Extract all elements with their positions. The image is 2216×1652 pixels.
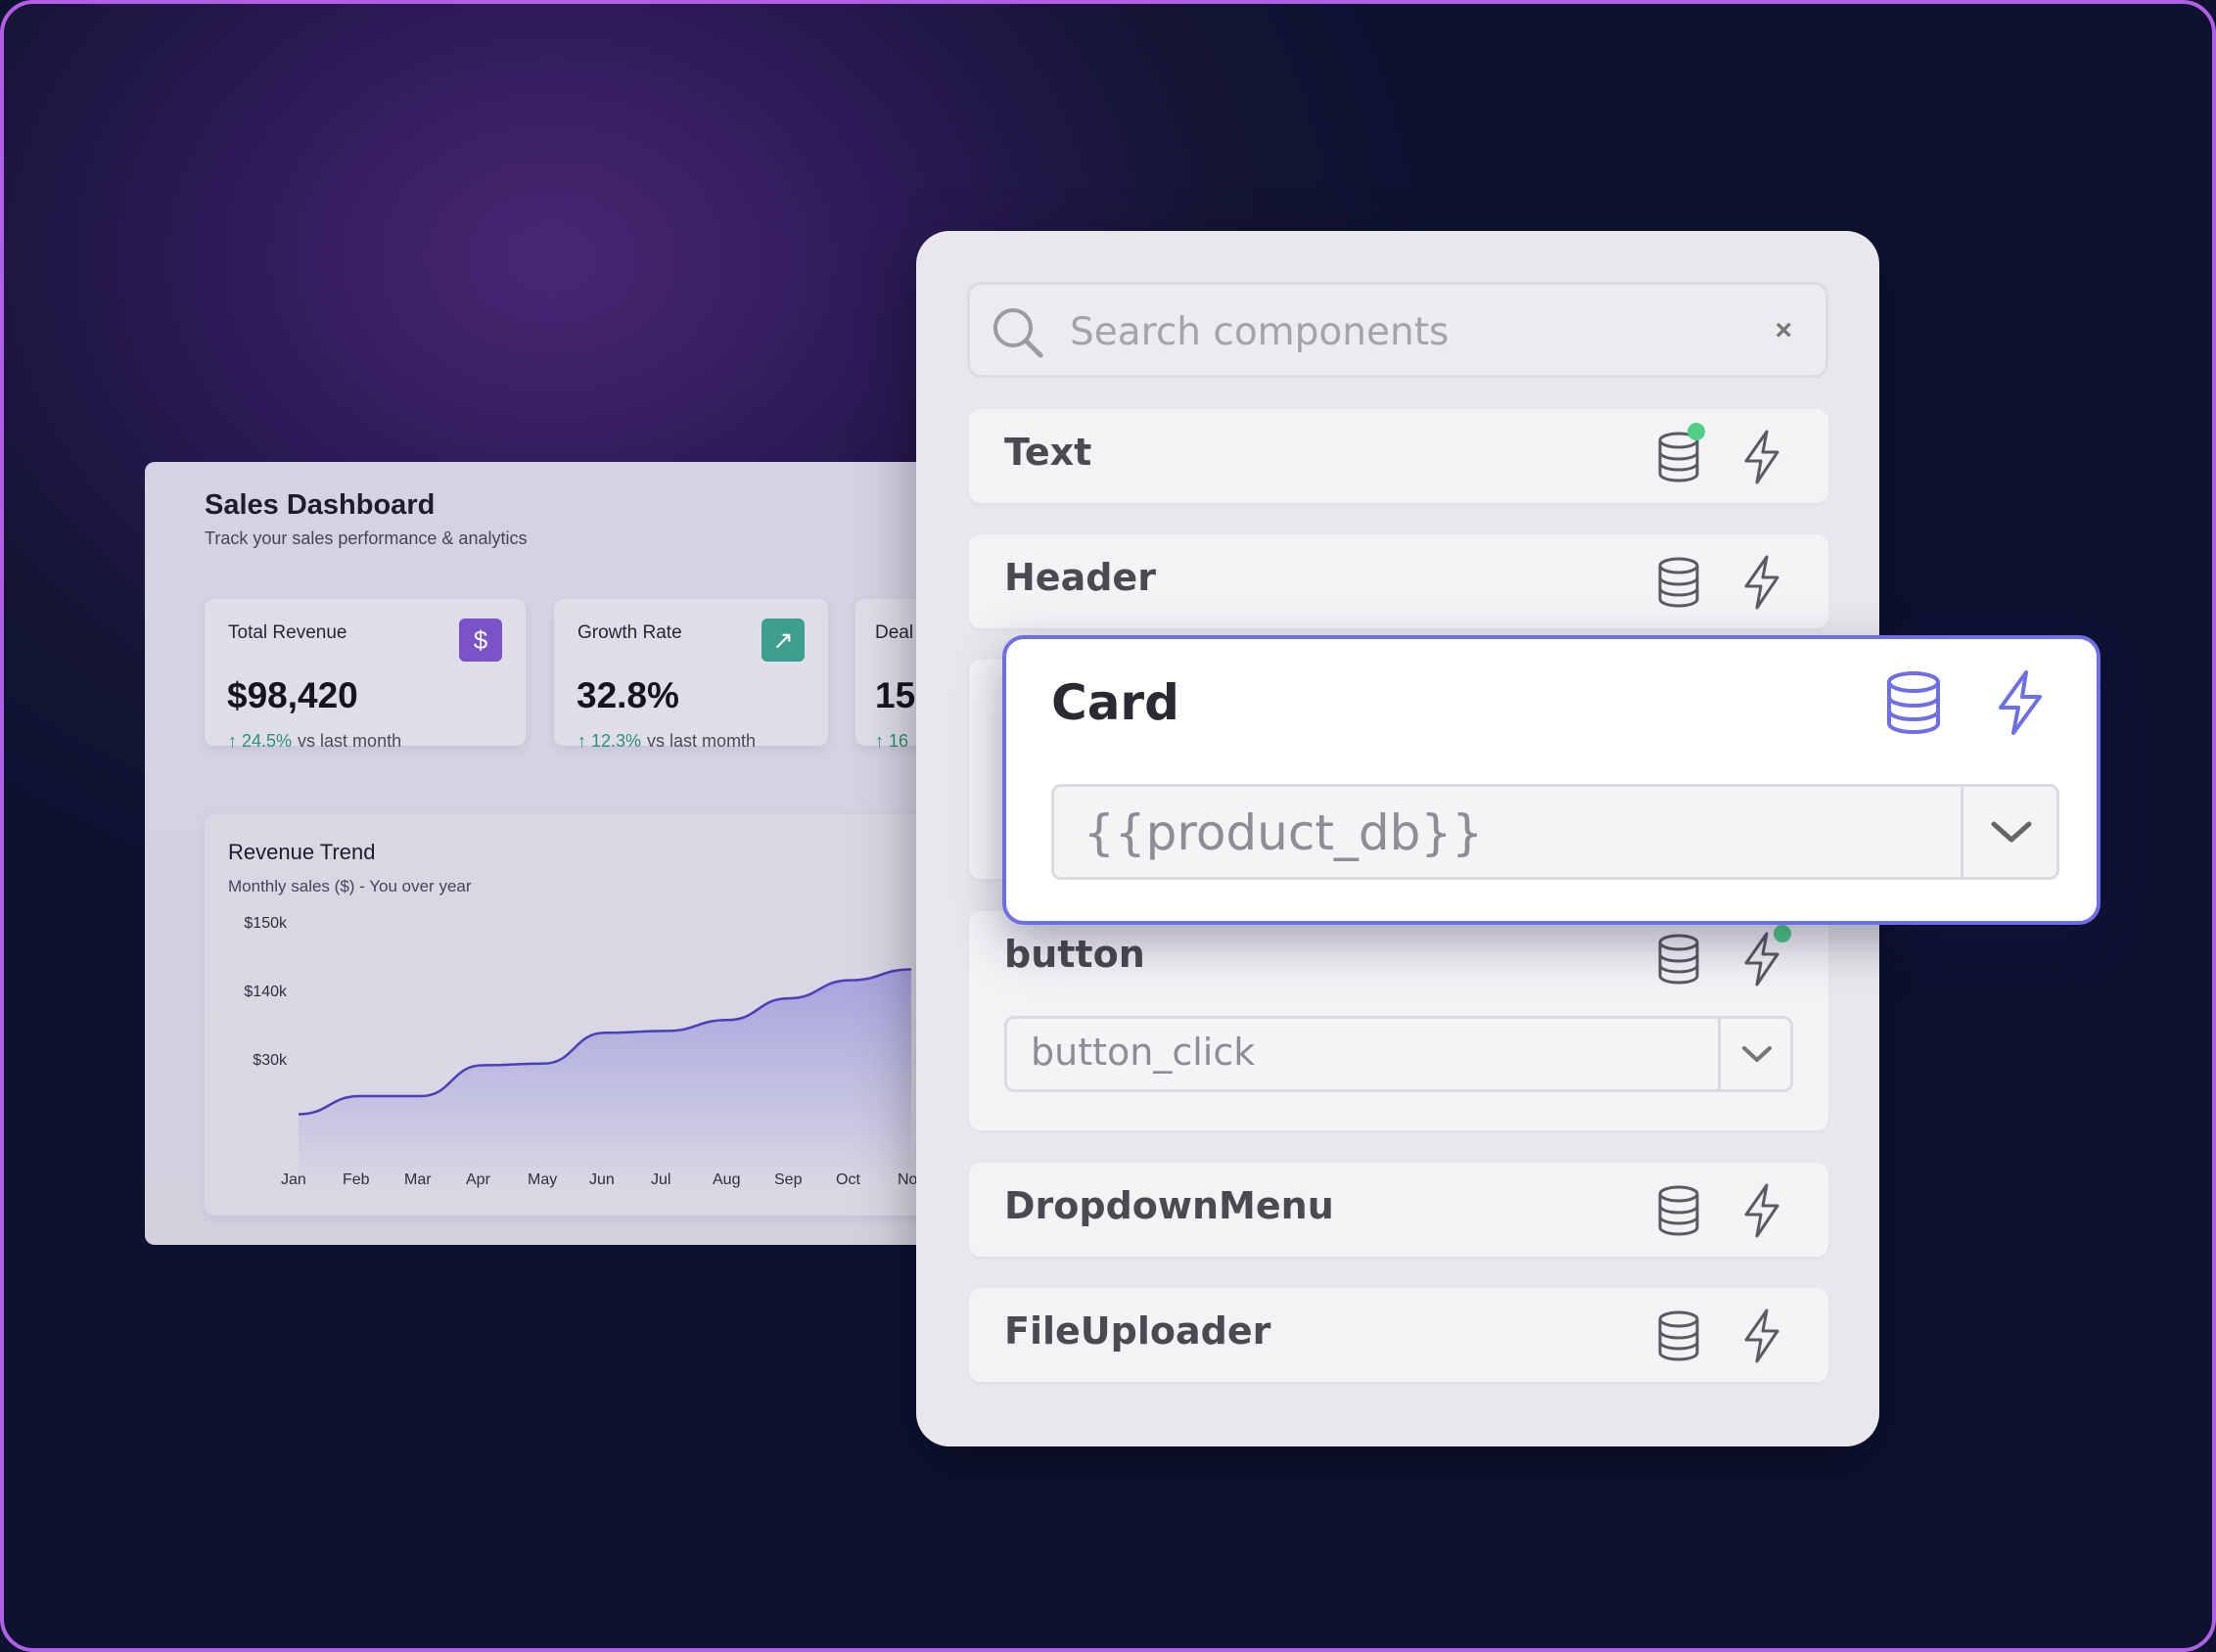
kpi-change: ↑ 24.5% vs last month bbox=[228, 731, 401, 752]
status-dot bbox=[1774, 925, 1791, 942]
kpi-change: ↑ 16 bbox=[875, 731, 908, 752]
dollar-icon: $ bbox=[459, 619, 502, 662]
kpi-change-value: ↑ 24.5% bbox=[228, 731, 293, 751]
component-item-dropdownmenu[interactable]: DropdownMenu bbox=[969, 1163, 1828, 1257]
x-tick-label: Jun bbox=[589, 1171, 615, 1188]
kpi-label: Total Revenue bbox=[228, 622, 347, 643]
sales-dashboard-preview: Sales Dashboard Track your sales perform… bbox=[145, 462, 947, 1245]
x-tick-label: Mar bbox=[404, 1171, 432, 1188]
component-item-text[interactable]: Text bbox=[969, 409, 1828, 503]
component-name: FileUploader bbox=[1004, 1309, 1271, 1353]
event-select-value: button_click bbox=[1031, 1031, 1256, 1074]
y-tick-label: $150k bbox=[244, 915, 288, 932]
kpi-label: Deal bbox=[875, 622, 914, 643]
kpi-value: 32.8% bbox=[577, 675, 679, 715]
x-tick-label: Oct bbox=[836, 1171, 860, 1188]
event-select[interactable]: button_click bbox=[1004, 1016, 1793, 1092]
app-frame: Sales Dashboard Track your sales perform… bbox=[0, 0, 2216, 1652]
lightning-icon[interactable] bbox=[1740, 554, 1783, 611]
component-name: button bbox=[1004, 933, 1145, 976]
kpi-card-total-revenue: Total Revenue $ $98,420 ↑ 24.5% vs last m… bbox=[205, 599, 526, 751]
kpi-change-value: ↑ 12.3% bbox=[577, 731, 642, 751]
chevron-down-icon[interactable] bbox=[1961, 787, 2059, 877]
lightning-icon[interactable] bbox=[1740, 429, 1783, 485]
search-input[interactable] bbox=[1068, 302, 1737, 361]
kpi-change-period: vs last month bbox=[298, 731, 402, 751]
x-tick-label: No bbox=[898, 1171, 918, 1188]
revenue-trend-card: Revenue Trend Monthly sales ($) - You ov… bbox=[205, 814, 947, 1216]
component-name: DropdownMenu bbox=[1004, 1184, 1334, 1227]
x-tick-label: Aug bbox=[713, 1171, 740, 1188]
component-name: Card bbox=[1051, 674, 1179, 731]
component-item-fileuploader[interactable]: FileUploader bbox=[969, 1288, 1828, 1382]
database-icon[interactable] bbox=[1654, 931, 1703, 987]
kpi-label: Growth Rate bbox=[577, 622, 682, 643]
component-item-header[interactable]: Header bbox=[969, 534, 1828, 628]
revenue-trend-chart: $150k $140k $30k Jan Feb Mar Apr May Jun Jul Aug Se… bbox=[244, 915, 918, 1188]
dashboard-subtitle: Track your sales performance & analytics bbox=[205, 528, 528, 548]
x-tick-label: Jan bbox=[281, 1171, 306, 1188]
kpi-card-growth-rate: Growth Rate ↗ 32.8% ↑ 12.3% vs last momth bbox=[554, 599, 828, 751]
search-bar: × bbox=[967, 282, 1828, 378]
database-icon[interactable] bbox=[1654, 1182, 1703, 1239]
kpi-change-value: ↑ 16 bbox=[875, 731, 909, 751]
component-name: Header bbox=[1004, 556, 1156, 599]
dashboard-title: Sales Dashboard bbox=[205, 489, 436, 521]
lightning-icon[interactable] bbox=[1740, 1308, 1783, 1364]
component-item-button[interactable]: button button_click bbox=[969, 911, 1828, 1130]
x-tick-label: Jul bbox=[651, 1171, 670, 1188]
y-tick-label: $30k bbox=[253, 1052, 288, 1069]
kpi-change-period: vs last momth bbox=[647, 731, 757, 751]
component-item-card-selected[interactable]: Card {{product_db}} bbox=[1002, 635, 2101, 925]
x-tick-label: Feb bbox=[343, 1171, 370, 1188]
y-tick-label: $140k bbox=[244, 984, 288, 1000]
database-icon[interactable] bbox=[1654, 1308, 1703, 1364]
x-tick-label: Sep bbox=[774, 1171, 803, 1188]
kpi-value: $98,420 bbox=[227, 675, 358, 715]
lightning-icon[interactable] bbox=[1993, 668, 2048, 737]
datasource-select[interactable]: {{product_db}} bbox=[1051, 784, 2059, 880]
database-icon[interactable] bbox=[1654, 554, 1703, 611]
trend-up-icon: ↗ bbox=[762, 619, 805, 662]
status-dot bbox=[1687, 423, 1705, 440]
database-icon[interactable] bbox=[1883, 668, 1944, 737]
x-tick-label: May bbox=[528, 1171, 557, 1188]
search-icon bbox=[993, 308, 1043, 358]
chart-area-fill bbox=[299, 969, 911, 1186]
component-name: Text bbox=[1004, 431, 1092, 474]
datasource-select-value: {{product_db}} bbox=[1084, 804, 1484, 861]
clear-search-button[interactable]: × bbox=[1775, 314, 1792, 347]
lightning-icon[interactable] bbox=[1740, 1182, 1783, 1239]
kpi-value: 15 bbox=[875, 675, 916, 715]
kpi-change: ↑ 12.3% vs last momth bbox=[577, 731, 756, 752]
chevron-down-icon[interactable] bbox=[1718, 1019, 1793, 1089]
x-tick-label: Apr bbox=[466, 1171, 491, 1188]
